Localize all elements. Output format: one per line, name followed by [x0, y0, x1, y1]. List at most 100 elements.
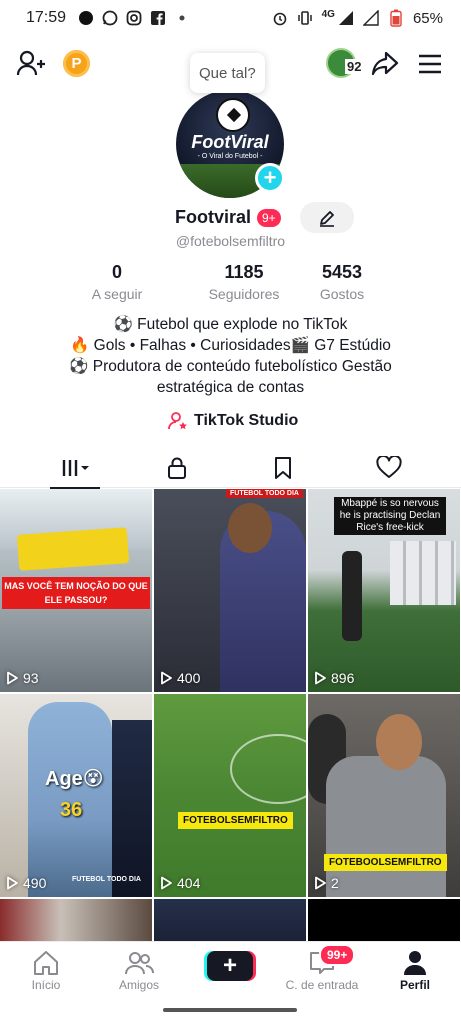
- video-thumbnail[interactable]: [0, 899, 152, 941]
- bio-line: ⚽ Produtora de conteúdo futebolístico Ge…: [69, 358, 392, 375]
- view-count-value: 400: [177, 670, 201, 686]
- view-count: 93: [6, 670, 39, 686]
- tab-saved[interactable]: [243, 448, 323, 488]
- tooltip[interactable]: Que tal?: [190, 53, 265, 93]
- bio-line: estratégica de contas: [156, 379, 305, 396]
- dot-icon: [78, 10, 94, 26]
- battery-icon: [388, 9, 404, 27]
- video-overlay-text: FOTEBOLSEMFILTRO: [178, 812, 293, 829]
- nav-friends[interactable]: Amigos: [99, 948, 179, 992]
- nav-profile[interactable]: Perfil: [375, 948, 455, 992]
- whatsapp-icon: [102, 10, 118, 26]
- view-count: 896: [314, 670, 354, 686]
- view-count: 2: [314, 875, 339, 891]
- thumbnail-image: [16, 527, 130, 571]
- create-button[interactable]: +: [207, 951, 253, 981]
- name-row: Footviral 9+: [0, 202, 461, 233]
- edit-profile-button[interactable]: [300, 202, 354, 233]
- video-grid: MAS VOCÊ TEM NOÇÃO DO QUE ELE PASSOU? 93…: [0, 489, 461, 941]
- grid-icon: [62, 460, 89, 476]
- status-right: 4G 65%: [272, 8, 443, 27]
- bookmark-icon: [275, 457, 291, 479]
- stat-label: Gostos: [319, 286, 365, 302]
- nav-label: Perfil: [399, 978, 430, 992]
- video-thumbnail[interactable]: FOTEBOOLSEMFILTRO 2: [308, 694, 460, 897]
- bio-line: ⚽ Futebol que explode no TikTok: [113, 316, 348, 333]
- video-thumbnail[interactable]: Mbappé is so nervous he is practising De…: [308, 489, 460, 692]
- notification-badge[interactable]: 9+: [257, 209, 281, 227]
- friends-icon: [125, 952, 154, 975]
- video-thumbnail[interactable]: Age😵 36 FUTEBOL TODO DIA 490: [0, 694, 152, 897]
- home-indicator[interactable]: [163, 1008, 297, 1012]
- video-thumbnail[interactable]: FUTEBOL TODO DIA 400: [154, 489, 306, 692]
- view-count: 490: [6, 875, 46, 891]
- alarm-icon: [272, 10, 288, 26]
- thumbnail-image: [112, 720, 152, 897]
- video-overlay-text: FOTEBOOLSEMFILTRO: [324, 854, 447, 871]
- view-count-value: 490: [23, 875, 47, 891]
- share-icon[interactable]: [371, 51, 399, 77]
- play-icon: [161, 671, 172, 685]
- video-overlay-text: Age😵: [45, 768, 104, 790]
- coin-icon[interactable]: P: [63, 50, 90, 77]
- tab-videos[interactable]: [35, 448, 115, 489]
- video-thumbnail[interactable]: FOTEBOLSEMFILTRO 404: [154, 694, 306, 897]
- avatar-tagline: - O Viral do Futebol -: [197, 153, 263, 160]
- instagram-icon: [126, 10, 142, 26]
- stat-label: A seguir: [91, 286, 143, 302]
- view-count-value: 896: [331, 670, 355, 686]
- vibrate-icon: [297, 10, 313, 26]
- video-overlay-text: Mbappé is so nervous he is practising De…: [334, 497, 446, 535]
- profile-icon: [404, 951, 426, 975]
- ball-icon: [216, 98, 250, 132]
- thumbnail-image: [228, 503, 272, 553]
- heart-icon: [376, 456, 402, 478]
- thumbnail-image: [230, 734, 306, 804]
- stat-value: 5453: [321, 262, 363, 282]
- nav-home[interactable]: Início: [6, 948, 86, 992]
- add-avatar-icon[interactable]: +: [255, 163, 285, 193]
- menu-icon[interactable]: [417, 52, 443, 76]
- play-icon: [315, 876, 326, 890]
- bio: ⚽ Futebol que explode no TikTok 🔥 Gols •…: [0, 314, 461, 398]
- content-tabs: [0, 448, 461, 489]
- video-overlay-text: FUTEBOL TODO DIA: [72, 876, 141, 883]
- username: @fotebolsemfiltro: [175, 233, 286, 249]
- tab-liked[interactable]: [349, 448, 429, 488]
- stat-likes[interactable]: 5453 Gostos: [282, 262, 402, 302]
- video-thumbnail[interactable]: MAS VOCÊ TEM NOÇÃO DO QUE ELE PASSOU? 93: [0, 489, 152, 692]
- top-bar: P Que tal? 92: [0, 42, 461, 93]
- view-count-value: 93: [23, 670, 39, 686]
- stat-value: 0: [111, 262, 122, 282]
- video-thumbnail[interactable]: [154, 899, 306, 941]
- status-left: 17:59: [26, 9, 190, 27]
- view-count-value: 2: [331, 875, 339, 891]
- status-time: 17:59: [26, 9, 67, 26]
- thumbnail-image: [326, 756, 446, 897]
- signal-icon: [338, 10, 354, 26]
- tiktok-studio-link[interactable]: TikTok Studio: [168, 410, 298, 432]
- nav-label: C. de entrada: [285, 978, 359, 992]
- battery-percent: 65%: [412, 9, 443, 27]
- bottom-nav: Início Amigos + C. de entrada Perfil: [0, 941, 461, 1001]
- play-icon: [161, 876, 172, 890]
- stats-row: 0 A seguir 1185 Seguidores 5453 Gostos: [0, 262, 461, 306]
- nav-label: Início: [31, 978, 61, 992]
- stories-count: 92: [345, 59, 364, 74]
- tab-private[interactable]: [137, 448, 217, 488]
- inbox-badge: 99+: [319, 944, 356, 966]
- play-icon: [7, 876, 18, 890]
- stat-following[interactable]: 0 A seguir: [57, 262, 177, 302]
- play-icon: [7, 671, 18, 685]
- video-overlay-text: FUTEBOL TODO DIA: [226, 489, 303, 498]
- add-friend-icon[interactable]: [16, 49, 46, 79]
- view-count: 400: [160, 670, 200, 686]
- thumbnail-image: [342, 551, 362, 641]
- avatar-brand: FootViral: [191, 132, 269, 152]
- home-icon: [34, 951, 58, 975]
- facebook-icon: [150, 10, 166, 26]
- video-thumbnail[interactable]: [308, 899, 460, 941]
- thumbnail-image: [390, 541, 456, 605]
- play-icon: [315, 671, 326, 685]
- network-type: 4G: [321, 8, 335, 20]
